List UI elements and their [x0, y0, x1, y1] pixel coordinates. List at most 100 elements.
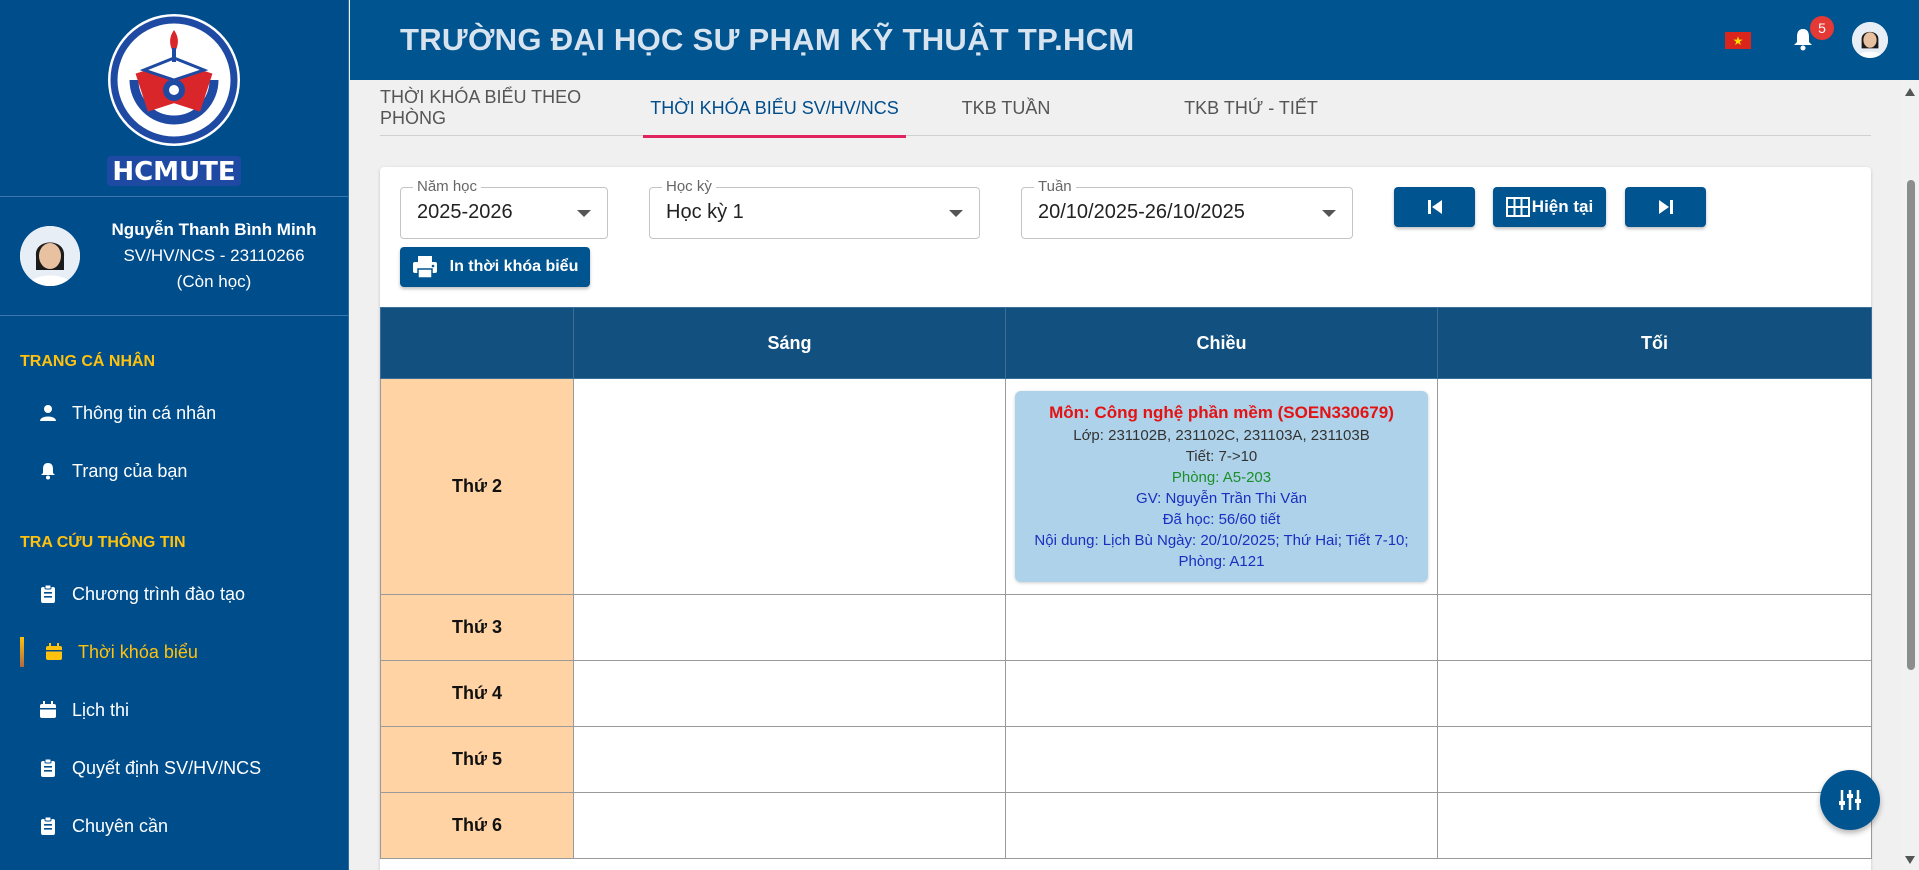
sidebar-item-label: Chuyên cần [72, 815, 169, 836]
clipboard-icon [38, 758, 58, 778]
morning-cell [573, 660, 1006, 727]
section-title-lookup: TRA CỨU THÔNG TIN [20, 534, 186, 551]
sidebar-item-label: Quyết định SV/HV/NCS [72, 757, 262, 778]
timetable-card: Năm học 2025-2026 Học kỳ Học kỳ 1 Tuần 2… [380, 167, 1872, 870]
evening-cell [1437, 726, 1872, 793]
sidebar-item-your-page[interactable]: Trang của bạn [0, 442, 348, 500]
sidebar-item-timetable[interactable]: Thời khóa biểu [0, 623, 348, 681]
vietnam-flag-icon[interactable]: ★ [1725, 32, 1751, 49]
tab-bar: THỜI KHÓA BIỂU THEO PHÒNG THỜI KHÓA BIỂU… [380, 80, 1871, 138]
scrollbar-thumb[interactable] [1907, 180, 1915, 670]
afternoon-cell [1005, 594, 1438, 661]
printer-icon [412, 256, 438, 278]
evening-cell [1437, 660, 1872, 727]
evening-cell [1437, 594, 1872, 661]
print-timetable-button[interactable]: In thời khóa biểu [400, 247, 590, 287]
previous-week-button[interactable] [1394, 187, 1475, 227]
sidebar-item-label: Trang của bạn [72, 460, 188, 481]
print-button-label: In thời khóa biểu [449, 258, 579, 275]
school-year-label: Năm học [413, 178, 482, 195]
table-row: Thứ 4 [380, 660, 1872, 727]
clipboard-icon [38, 584, 58, 604]
table-row: Thứ 5 [380, 726, 1872, 793]
user-avatar[interactable] [1852, 22, 1888, 58]
table-header-row: Sáng Chiều Tối [380, 307, 1872, 379]
tab-weekly[interactable]: TKB TUẦN [906, 80, 1106, 136]
scroll-down-icon[interactable] [1905, 856, 1915, 864]
person-icon [38, 403, 58, 423]
week-value: 20/10/2025-26/10/2025 [1038, 201, 1245, 223]
header-afternoon: Chiều [1005, 307, 1438, 379]
profile-id: SV/HV/NCS - 23110266 [123, 246, 305, 265]
event-course-title: Môn: Công nghệ phần mềm (SOEN330679) [1049, 403, 1394, 422]
event-content-room: Phòng: A121 [1178, 553, 1265, 570]
current-week-label: Hiện tại [1531, 197, 1594, 216]
section-title-personal: TRANG CÁ NHÂN [20, 353, 156, 370]
header-morning: Sáng [573, 307, 1006, 379]
grid-icon [1505, 197, 1530, 217]
sidebar-item-label: Thời khóa biểu [78, 641, 198, 662]
skip-next-icon [1658, 200, 1673, 214]
event-content: Nội dung: Lịch Bù Ngày: 20/10/2025; Thứ … [1034, 532, 1409, 549]
sidebar-item-personal-info[interactable]: Thông tin cá nhân [0, 384, 348, 442]
sidebar-item-curriculum[interactable]: Chương trình đào tạo [0, 565, 348, 623]
afternoon-cell [1005, 660, 1438, 727]
day-label: Thứ 6 [380, 792, 574, 859]
next-week-button[interactable] [1625, 187, 1706, 227]
hcmute-logo[interactable]: HCMUTE [99, 8, 249, 188]
school-year-select[interactable]: Năm học 2025-2026 [400, 178, 608, 239]
user-profile[interactable]: Nguyễn Thanh Bình Minh SV/HV/NCS - 23110… [0, 197, 348, 316]
table-row: Thứ 2 Môn: Công nghệ phần mềm (SOEN33067… [380, 378, 1872, 595]
day-label: Thứ 4 [380, 660, 574, 727]
table-row: Thứ 6 [380, 792, 1872, 859]
sidebar-item-label: Lịch thi [72, 699, 130, 720]
logo-area: HCMUTE [0, 0, 348, 197]
evening-cell [1437, 378, 1872, 595]
semester-select[interactable]: Học kỳ Học kỳ 1 [649, 178, 980, 239]
sliders-icon [1839, 790, 1861, 810]
morning-cell [573, 792, 1006, 859]
tab-by-room[interactable]: THỜI KHÓA BIỂU THEO PHÒNG [380, 80, 643, 136]
event-room: Phòng: A5-203 [1171, 469, 1272, 486]
clipboard-icon [38, 816, 58, 836]
sidebar-item-label: Thông tin cá nhân [72, 402, 217, 423]
afternoon-cell: Môn: Công nghệ phần mềm (SOEN330679) Lớp… [1005, 378, 1438, 595]
semester-label: Học kỳ [662, 178, 716, 195]
sidebar: HCMUTE Nguyễn Thanh Bình Minh SV/HV/NCS … [0, 0, 349, 870]
chevron-down-icon [1322, 210, 1336, 217]
class-event-card[interactable]: Môn: Công nghệ phần mềm (SOEN330679) Lớp… [1015, 391, 1428, 582]
sidebar-item-attendance[interactable]: Chuyên cần [0, 797, 348, 855]
event-classes: Lớp: 231102B, 231102C, 231103A, 231103B [1073, 427, 1370, 444]
profile-info: Nguyễn Thanh Bình Minh SV/HV/NCS - 23110… [80, 217, 348, 295]
page-scrollbar[interactable] [1902, 80, 1919, 870]
morning-cell [573, 726, 1006, 793]
timetable-grid: Sáng Chiều Tối Thứ 2 Môn: Công nghệ phần… [380, 307, 1872, 859]
event-lecturer: GV: Nguyễn Trần Thi Văn [1136, 490, 1307, 507]
afternoon-cell [1005, 792, 1438, 859]
tab-student-timetable[interactable]: THỜI KHÓA BIỂU SV/HV/NCS [643, 80, 906, 138]
page-title: TRƯỜNG ĐẠI HỌC SƯ PHẠM KỸ THUẬT TP.HCM [400, 22, 1135, 57]
school-year-value: 2025-2026 [417, 201, 513, 223]
week-select[interactable]: Tuần 20/10/2025-26/10/2025 [1021, 178, 1353, 239]
week-label: Tuần [1034, 178, 1076, 195]
afternoon-cell [1005, 726, 1438, 793]
table-row: Thứ 3 [380, 594, 1872, 661]
calendar-icon [44, 642, 64, 662]
sidebar-item-exam-schedule[interactable]: Lịch thi [0, 681, 348, 739]
bell-icon [38, 461, 58, 481]
profile-status: (Còn học) [176, 272, 252, 291]
calendar-icon [38, 700, 58, 720]
event-progress: Đã học: 56/60 tiết [1162, 511, 1281, 528]
skip-previous-icon [1427, 200, 1442, 214]
tab-day-period[interactable]: TKB THỨ - TIẾT [1106, 80, 1396, 136]
current-week-button[interactable]: Hiện tại [1493, 187, 1606, 227]
top-bar: TRƯỜNG ĐẠI HỌC SƯ PHẠM KỸ THUẬT TP.HCM ★… [350, 0, 1919, 80]
settings-fab-button[interactable] [1820, 770, 1880, 830]
evening-cell [1437, 792, 1872, 859]
morning-cell [573, 594, 1006, 661]
chevron-down-icon [577, 210, 591, 217]
sidebar-item-decisions[interactable]: Quyết định SV/HV/NCS [0, 739, 348, 797]
sidebar-item-label: Chương trình đào tạo [72, 583, 245, 604]
scroll-up-icon[interactable] [1905, 88, 1915, 96]
day-label: Thứ 3 [380, 594, 574, 661]
